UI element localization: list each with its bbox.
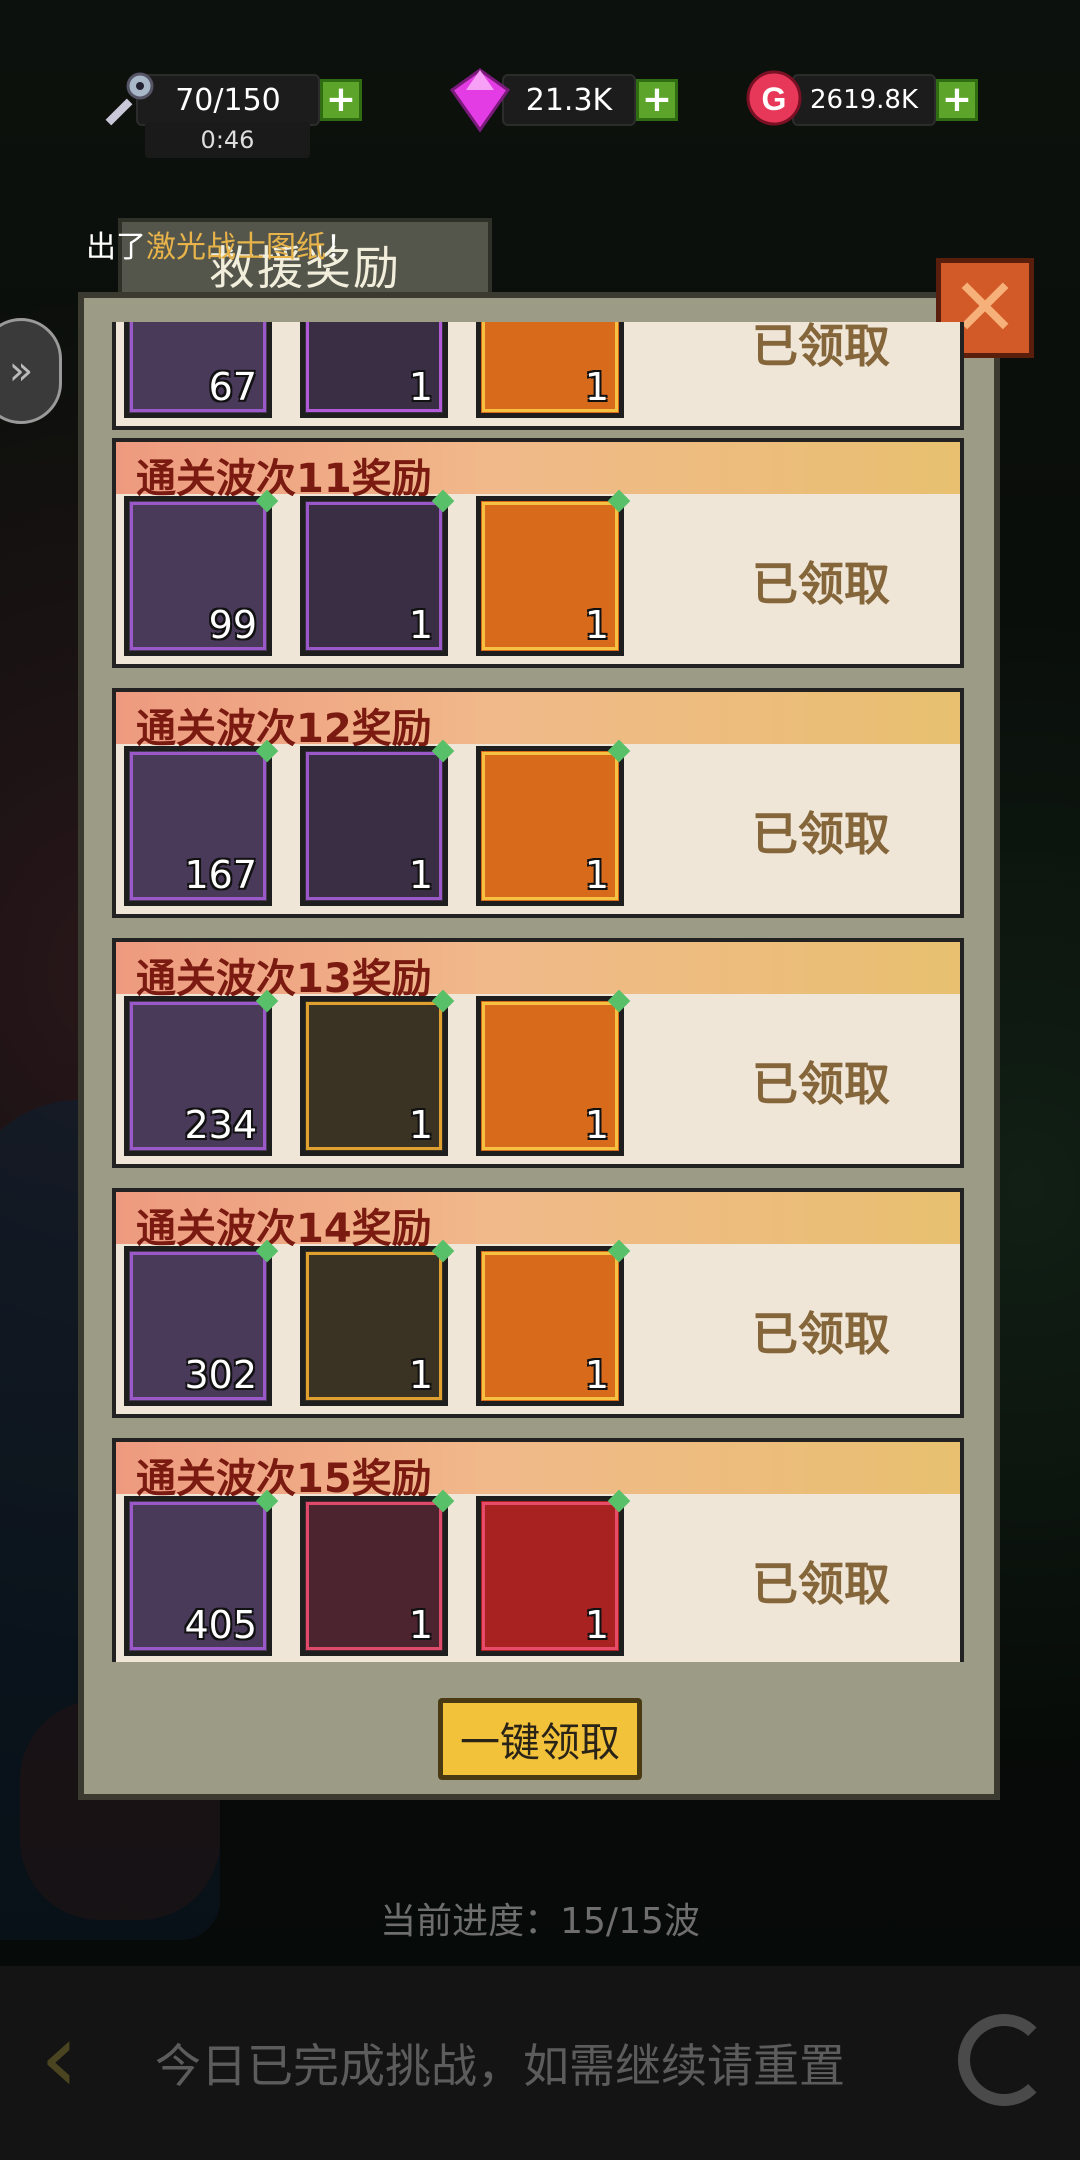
- gem-value: 21.3K: [502, 74, 636, 126]
- chest-icon[interactable]: 167: [124, 739, 279, 906]
- side-expand-button[interactable]: »: [0, 318, 62, 424]
- claim-all-button[interactable]: 一键领取: [438, 1698, 642, 1780]
- item-qty: 1: [408, 603, 433, 647]
- item-qty: 1: [584, 853, 609, 897]
- reward-card-header: 通关波次11奖励: [112, 438, 964, 502]
- item-qty: 1: [584, 365, 609, 409]
- add-energy-button[interactable]: +: [320, 79, 362, 121]
- energy-timer: 0:46: [145, 122, 310, 158]
- claimed-label: 已领取: [752, 322, 890, 373]
- notice-prefix: 出了: [86, 230, 146, 265]
- staff-icon[interactable]: 1: [300, 739, 455, 906]
- item-qty: 1: [584, 1603, 609, 1647]
- notice-suffix: ！: [326, 230, 356, 265]
- add-gems-button[interactable]: +: [636, 79, 678, 121]
- mystery-icon[interactable]: 1: [476, 739, 631, 906]
- item-qty: 234: [184, 1103, 257, 1147]
- mystery-icon[interactable]: 1: [476, 1489, 631, 1656]
- chest-icon[interactable]: 405: [124, 1489, 279, 1656]
- reward-card-header: 通关波次12奖励: [112, 688, 964, 752]
- screwdriver-icon[interactable]: 1: [300, 989, 455, 1156]
- double-chevron-right-icon: »: [8, 348, 34, 394]
- item-qty: 302: [184, 1353, 257, 1397]
- item-qty: 67: [208, 365, 257, 409]
- challenge-status-message: 今日已完成挑战，如需继续请重置: [155, 2039, 845, 2093]
- reward-card-header: 通关波次15奖励: [112, 1438, 964, 1502]
- screwdriver-icon[interactable]: 1: [300, 1489, 455, 1656]
- item-qty: 1: [408, 1603, 433, 1647]
- claimed-label: 已领取: [752, 1057, 890, 1111]
- reward-card-header: 通关波次13奖励: [112, 938, 964, 1002]
- back-arrow-icon[interactable]: ‹: [40, 2010, 130, 2110]
- claimed-label: 已领取: [752, 1307, 890, 1361]
- add-gold-button[interactable]: +: [936, 79, 978, 121]
- claimed-label: 已领取: [752, 1557, 890, 1611]
- notice-item-name: 激光战士图纸: [146, 230, 326, 265]
- reset-icon[interactable]: [958, 2014, 1050, 2106]
- gold-counter: G 2619.8K +: [744, 70, 978, 130]
- reward-list[interactable]: 67 1 1 已领取 通关波次11奖励 99 1 1 已领取 通关波次12奖励 …: [112, 322, 972, 1662]
- item-qty: 1: [408, 1353, 433, 1397]
- reward-card: 通关波次14奖励 302 1 1 已领取: [112, 1188, 972, 1418]
- item-qty: 1: [584, 1353, 609, 1397]
- progress-text: 当前进度：15/15波: [380, 1901, 700, 1942]
- energy-counter: 70/150 +: [96, 70, 362, 130]
- reward-card: 通关波次13奖励 234 1 1 已领取: [112, 938, 972, 1168]
- item-qty: 1: [408, 853, 433, 897]
- chest-icon[interactable]: 99: [124, 489, 279, 656]
- item-qty: 167: [184, 853, 257, 897]
- mystery-icon[interactable]: 1: [476, 989, 631, 1156]
- reward-card: 通关波次11奖励 99 1 1 已领取: [112, 438, 972, 668]
- chest-icon[interactable]: 67: [124, 322, 272, 418]
- reward-card: 通关波次15奖励 405 1 1 已领取: [112, 1438, 972, 1662]
- staff-icon[interactable]: 1: [300, 489, 455, 656]
- gold-coin-icon: G: [746, 70, 802, 126]
- item-qty: 99: [208, 603, 257, 647]
- mystery-icon[interactable]: 1: [476, 1239, 631, 1406]
- gold-value: 2619.8K: [792, 74, 936, 126]
- svg-text:G: G: [762, 81, 787, 117]
- item-qty: 1: [584, 603, 609, 647]
- reward-card-header: 通关波次14奖励: [112, 1188, 964, 1252]
- drop-notice: 出了激光战士图纸！: [86, 222, 356, 266]
- reward-card: 67 1 1 已领取: [112, 322, 972, 430]
- item-qty: 1: [408, 1103, 433, 1147]
- gem-counter: 21.3K +: [446, 68, 678, 133]
- chest-icon[interactable]: 234: [124, 989, 279, 1156]
- gem-icon: [449, 68, 511, 133]
- mystery-icon[interactable]: 1: [476, 489, 631, 656]
- claimed-label: 已领取: [752, 557, 890, 611]
- reward-card: 通关波次12奖励 167 1 1 已领取: [112, 688, 972, 918]
- staff-icon[interactable]: 1: [300, 322, 448, 418]
- claimed-label: 已领取: [752, 807, 890, 861]
- mystery-icon[interactable]: 1: [476, 322, 624, 418]
- item-qty: 1: [584, 1103, 609, 1147]
- screwdriver-icon[interactable]: 1: [300, 1239, 455, 1406]
- chest-icon[interactable]: 302: [124, 1239, 279, 1406]
- item-qty: 405: [184, 1603, 257, 1647]
- energy-value: 70/150: [136, 74, 320, 126]
- item-qty: 1: [408, 365, 433, 409]
